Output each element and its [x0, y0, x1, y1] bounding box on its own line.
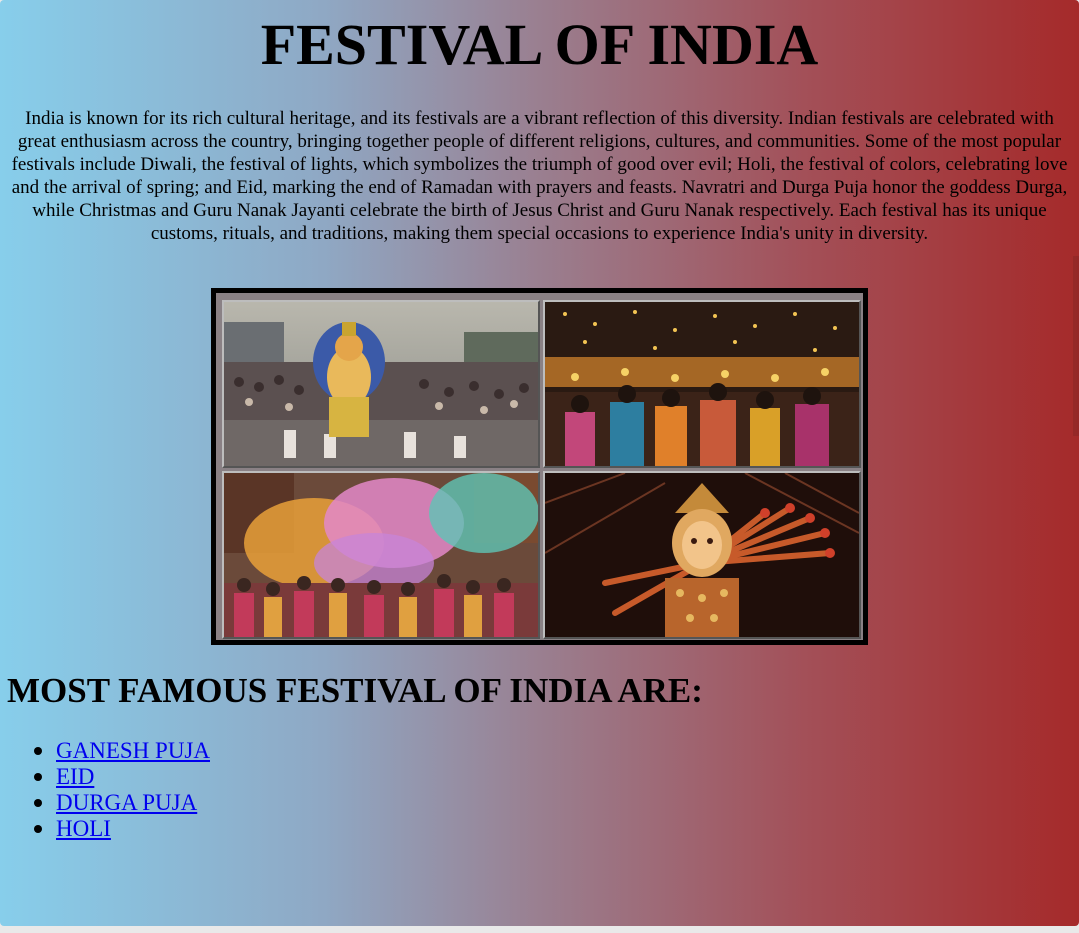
- festival-list: GANESH PUJA EID DURGA PUJA HOLI: [34, 738, 210, 842]
- bullet-icon: [34, 773, 42, 781]
- bullet-icon: [34, 825, 42, 833]
- diwali-festival-image: [543, 300, 861, 468]
- page-title: FESTIVAL OF INDIA: [260, 12, 819, 77]
- list-item: HOLI: [34, 816, 210, 842]
- scrollbar[interactable]: [1073, 256, 1079, 436]
- bullet-icon: [34, 799, 42, 807]
- durga-festival-image: [543, 471, 861, 639]
- image-gallery-table: [211, 288, 868, 645]
- intro-paragraph: India is known for its rich cultural her…: [11, 108, 1068, 244]
- link-ganesh-puja[interactable]: GANESH PUJA: [56, 738, 210, 763]
- holi-festival-image: [222, 471, 540, 639]
- list-item: DURGA PUJA: [34, 790, 210, 816]
- link-eid[interactable]: EID: [56, 764, 94, 789]
- ganesh-festival-image: [222, 300, 540, 468]
- list-item: GANESH PUJA: [34, 738, 210, 764]
- section-heading: MOST FAMOUS FESTIVAL OF INDIA ARE:: [7, 671, 703, 710]
- page-background: FESTIVAL OF INDIA India is known for its…: [0, 0, 1079, 926]
- bullet-icon: [34, 747, 42, 755]
- link-durga-puja[interactable]: DURGA PUJA: [56, 790, 197, 815]
- list-item: EID: [34, 764, 210, 790]
- link-holi[interactable]: HOLI: [56, 816, 111, 841]
